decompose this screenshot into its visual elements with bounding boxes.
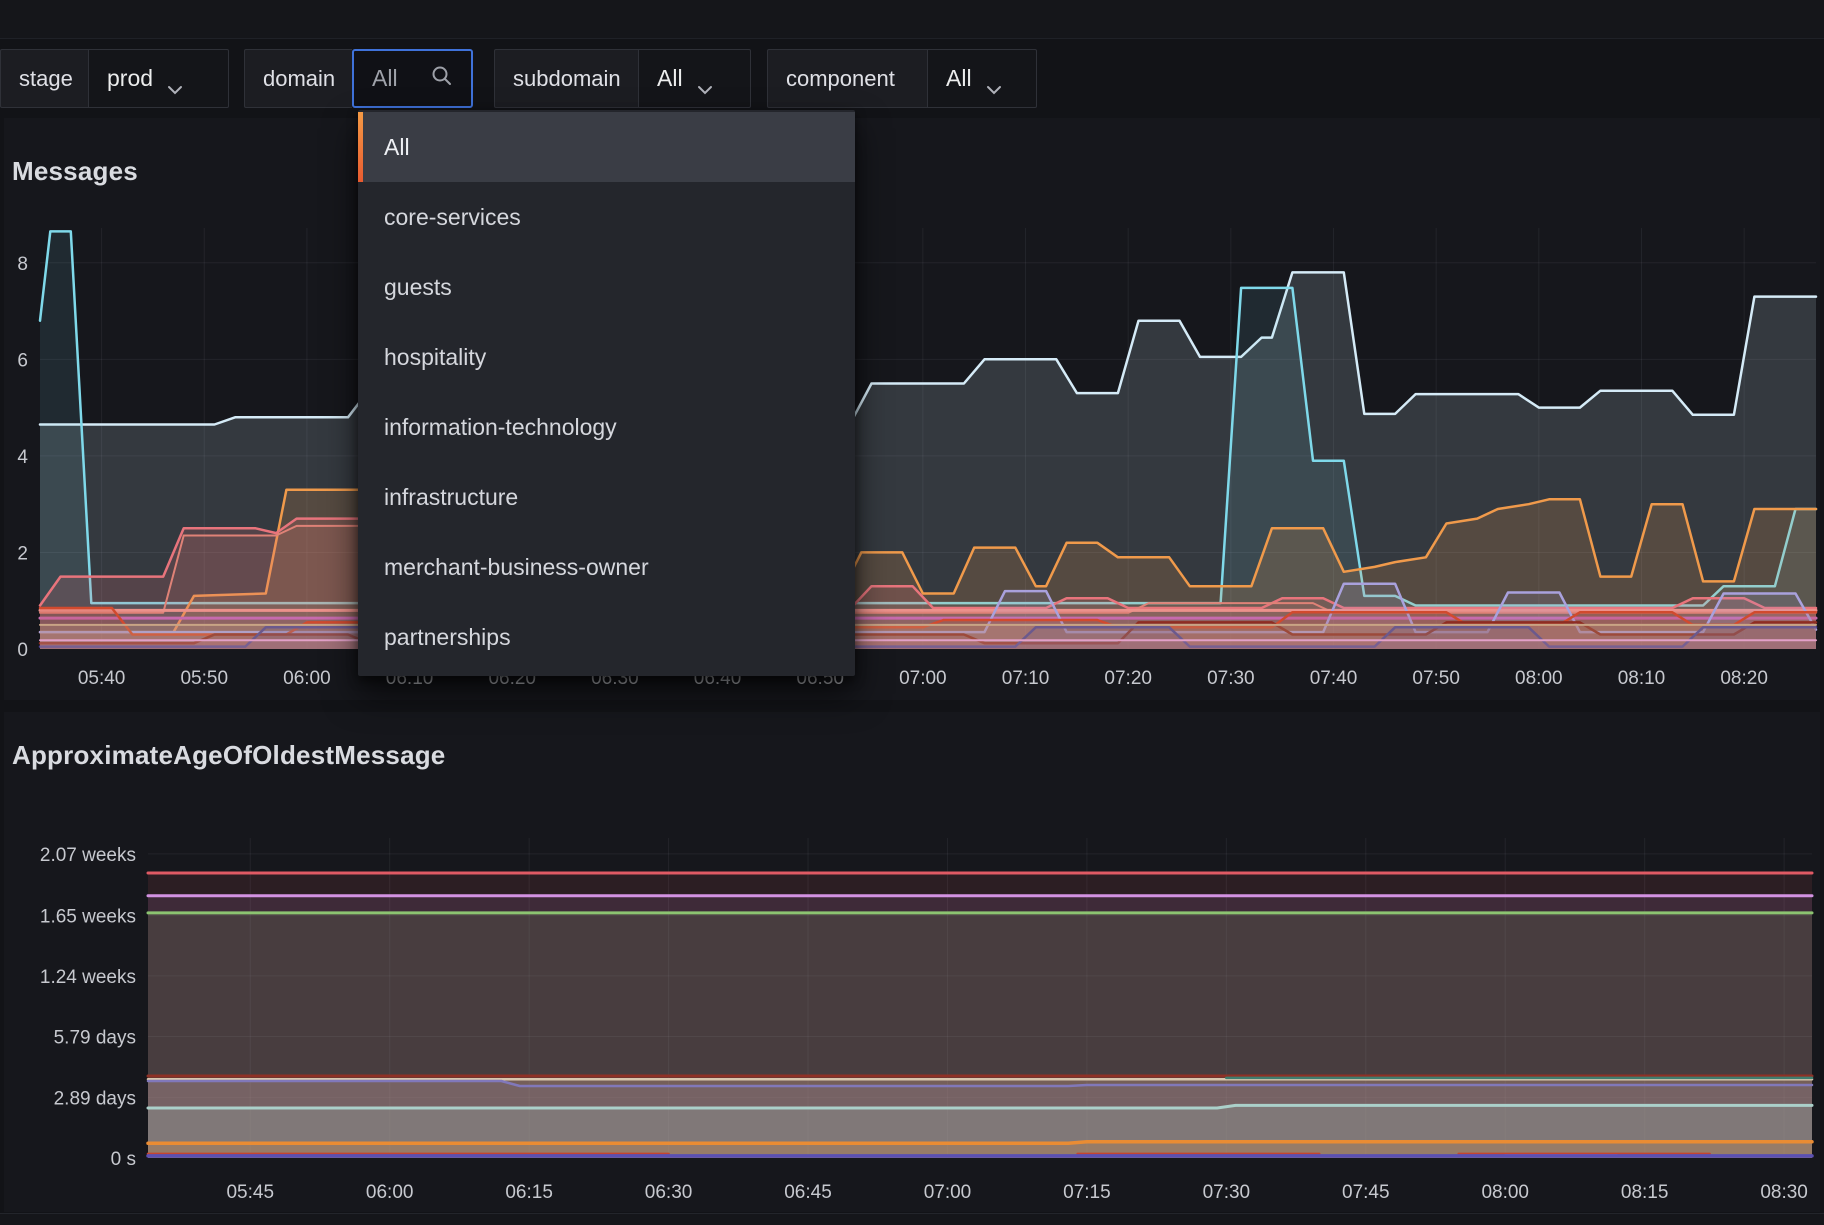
component-picker-label[interactable]: component bbox=[767, 49, 927, 108]
x-tick-label: 07:20 bbox=[1104, 668, 1152, 689]
stage-picker-label[interactable]: stage bbox=[0, 49, 88, 108]
x-tick-label: 06:15 bbox=[505, 1182, 553, 1203]
x-tick-label: 05:45 bbox=[226, 1182, 274, 1203]
stage-picker-current: prod bbox=[107, 65, 154, 91]
x-tick-label: 05:40 bbox=[78, 668, 126, 689]
panel-title-messages[interactable]: Messages bbox=[12, 156, 138, 187]
footer-strip bbox=[0, 1213, 1824, 1225]
x-tick-label: 07:40 bbox=[1310, 668, 1358, 689]
domain-dropdown-menu: All core-services guests hospitality informa… bbox=[358, 110, 855, 676]
x-tick-label: 08:10 bbox=[1618, 668, 1666, 689]
x-tick-label: 07:30 bbox=[1207, 668, 1255, 689]
y-tick-label: 2.89 days bbox=[54, 1088, 136, 1109]
dropdown-item[interactable]: hospitality bbox=[358, 322, 855, 392]
component-picker: component All bbox=[767, 49, 1037, 108]
top-bar bbox=[0, 0, 1824, 39]
x-tick-label: 07:15 bbox=[1063, 1182, 1111, 1203]
y-tick-label: 1.24 weeks bbox=[40, 967, 136, 988]
domain-picker-current: All bbox=[372, 65, 398, 91]
x-tick-label: 06:45 bbox=[784, 1182, 832, 1203]
dropdown-item[interactable]: merchant-business-owner bbox=[358, 532, 855, 602]
domain-picker: domain All bbox=[244, 49, 473, 108]
x-tick-label: 07:45 bbox=[1342, 1182, 1390, 1203]
y-tick-label: 6 bbox=[17, 350, 28, 371]
dropdown-item[interactable]: All bbox=[358, 112, 855, 182]
subdomain-picker-current: All bbox=[657, 65, 683, 91]
search-icon bbox=[431, 65, 453, 93]
panel-title-age-of-oldest-message[interactable]: ApproximateAgeOfOldestMessage bbox=[12, 740, 445, 771]
y-tick-label: 0 s bbox=[111, 1149, 136, 1170]
x-tick-label: 07:30 bbox=[1203, 1182, 1251, 1203]
dropdown-item[interactable]: information-technology bbox=[358, 392, 855, 462]
dropdown-item[interactable]: infrastructure bbox=[358, 462, 855, 532]
stage-picker-value[interactable]: prod bbox=[88, 49, 229, 108]
series-line-orange bbox=[146, 1140, 1814, 1146]
domain-picker-label[interactable]: domain bbox=[244, 49, 352, 108]
x-tick-label: 07:50 bbox=[1412, 668, 1460, 689]
x-tick-label: 07:00 bbox=[899, 668, 947, 689]
domain-picker-value[interactable]: All bbox=[352, 49, 473, 108]
subdomain-picker-value[interactable]: All bbox=[638, 49, 751, 108]
chevron-down-icon bbox=[167, 74, 183, 94]
y-tick-label: 5.79 days bbox=[54, 1027, 136, 1048]
component-picker-current: All bbox=[946, 65, 972, 91]
x-tick-label: 06:00 bbox=[283, 668, 331, 689]
subdomain-picker: subdomain All bbox=[494, 49, 751, 108]
stage-picker: stage prod bbox=[0, 49, 229, 108]
x-tick-label: 07:10 bbox=[1002, 668, 1050, 689]
y-tick-label: 1.65 weeks bbox=[40, 907, 136, 928]
chevron-down-icon bbox=[697, 74, 713, 94]
subdomain-picker-label[interactable]: subdomain bbox=[494, 49, 638, 108]
x-tick-label: 06:30 bbox=[645, 1182, 693, 1203]
dropdown-item[interactable]: partnerships bbox=[358, 602, 855, 672]
dropdown-item[interactable]: core-services bbox=[358, 182, 855, 252]
x-tick-label: 06:00 bbox=[366, 1182, 414, 1203]
x-tick-label: 08:00 bbox=[1481, 1182, 1529, 1203]
x-tick-label: 08:30 bbox=[1760, 1182, 1808, 1203]
x-tick-label: 08:15 bbox=[1621, 1182, 1669, 1203]
series-fill-pink bbox=[40, 640, 1816, 649]
y-tick-label: 0 bbox=[17, 640, 28, 661]
age-of-oldest-message-chart[interactable]: 0 s 2.89 days 5.79 days 1.24 weeks 1.65 week… bbox=[0, 700, 1824, 1224]
component-picker-value[interactable]: All bbox=[927, 49, 1037, 108]
x-tick-label: 07:00 bbox=[924, 1182, 972, 1203]
y-tick-label: 2.07 weeks bbox=[40, 845, 136, 866]
y-tick-label: 4 bbox=[17, 447, 28, 468]
chevron-down-icon bbox=[986, 74, 1002, 94]
x-tick-label: 08:20 bbox=[1720, 668, 1768, 689]
x-tick-label: 08:00 bbox=[1515, 668, 1563, 689]
y-tick-label: 2 bbox=[17, 543, 28, 564]
x-tick-label: 05:50 bbox=[180, 668, 228, 689]
dropdown-item[interactable]: guests bbox=[358, 252, 855, 322]
y-tick-label: 8 bbox=[17, 254, 28, 275]
